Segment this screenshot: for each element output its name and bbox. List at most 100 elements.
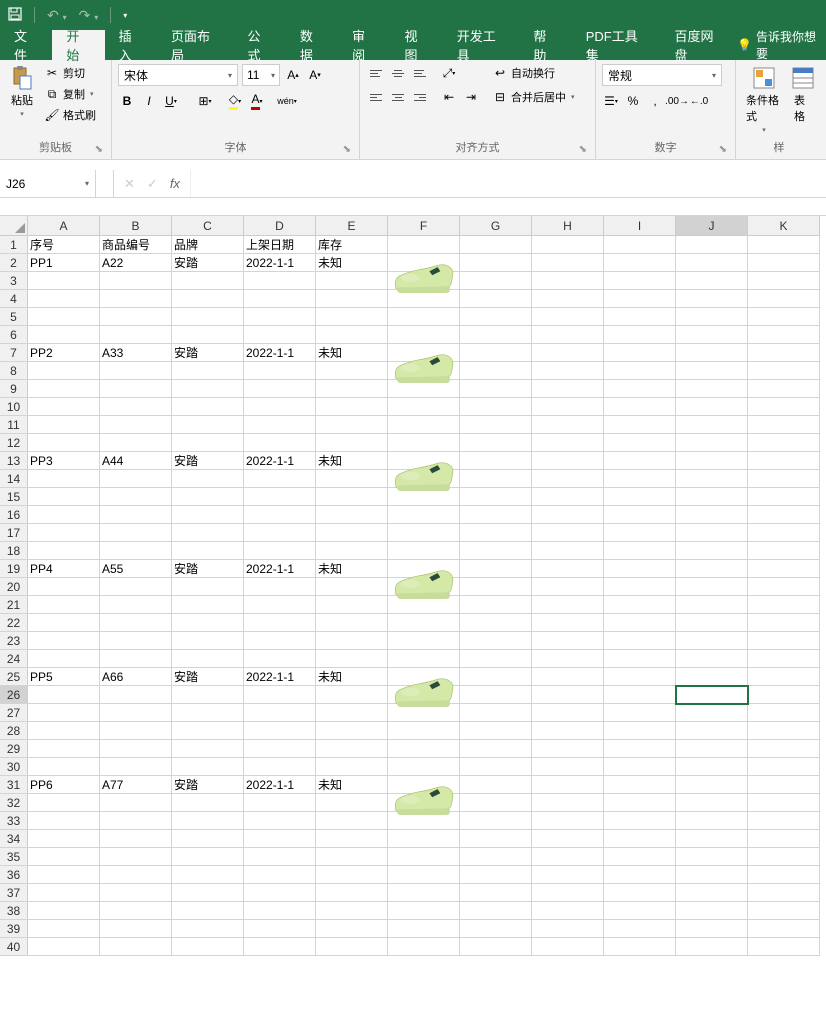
cell-G4[interactable] — [460, 290, 532, 308]
cell-I36[interactable] — [604, 866, 676, 884]
enter-icon[interactable]: ✓ — [147, 176, 158, 192]
cell-G5[interactable] — [460, 308, 532, 326]
cell-B10[interactable] — [100, 398, 172, 416]
cell-H1[interactable] — [532, 236, 604, 254]
cell-C34[interactable] — [172, 830, 244, 848]
cell-E4[interactable] — [316, 290, 388, 308]
cell-E35[interactable] — [316, 848, 388, 866]
cell-J13[interactable] — [676, 452, 748, 470]
wrap-text-button[interactable]: ↩自动换行 — [490, 64, 577, 82]
cell-I30[interactable] — [604, 758, 676, 776]
cell-K19[interactable] — [748, 560, 820, 578]
cell-K3[interactable] — [748, 272, 820, 290]
cell-A33[interactable] — [28, 812, 100, 830]
cell-A35[interactable] — [28, 848, 100, 866]
cell-I31[interactable] — [604, 776, 676, 794]
cell-C30[interactable] — [172, 758, 244, 776]
cell-J19[interactable] — [676, 560, 748, 578]
undo-icon[interactable]: ↶ ▾ — [47, 7, 67, 24]
cell-H25[interactable] — [532, 668, 604, 686]
cell-D7[interactable]: 2022-1-1 — [244, 344, 316, 362]
cell-H29[interactable] — [532, 740, 604, 758]
cut-button[interactable]: ✂剪切 — [42, 64, 98, 82]
row-header-22[interactable]: 22 — [0, 614, 28, 632]
name-box[interactable]: J26▾ — [0, 170, 96, 197]
cell-G15[interactable] — [460, 488, 532, 506]
cell-K9[interactable] — [748, 380, 820, 398]
cell-E6[interactable] — [316, 326, 388, 344]
cell-F13[interactable] — [388, 452, 460, 470]
font-name-select[interactable]: 宋体▾ — [118, 64, 238, 86]
row-header-24[interactable]: 24 — [0, 650, 28, 668]
row-header-12[interactable]: 12 — [0, 434, 28, 452]
cell-G21[interactable] — [460, 596, 532, 614]
cell-D18[interactable] — [244, 542, 316, 560]
cell-B8[interactable] — [100, 362, 172, 380]
cell-I33[interactable] — [604, 812, 676, 830]
cell-B18[interactable] — [100, 542, 172, 560]
cell-D14[interactable] — [244, 470, 316, 488]
cell-F3[interactable] — [388, 272, 460, 290]
cell-H32[interactable] — [532, 794, 604, 812]
cell-K27[interactable] — [748, 704, 820, 722]
cell-C21[interactable] — [172, 596, 244, 614]
cell-E7[interactable]: 未知 — [316, 344, 388, 362]
cell-C27[interactable] — [172, 704, 244, 722]
cell-C13[interactable]: 安踏 — [172, 452, 244, 470]
cell-C26[interactable] — [172, 686, 244, 704]
cell-G32[interactable] — [460, 794, 532, 812]
cell-H34[interactable] — [532, 830, 604, 848]
row-header-7[interactable]: 7 — [0, 344, 28, 362]
bold-button[interactable]: B — [118, 92, 136, 110]
cell-G35[interactable] — [460, 848, 532, 866]
cell-K17[interactable] — [748, 524, 820, 542]
cell-G12[interactable] — [460, 434, 532, 452]
cell-I17[interactable] — [604, 524, 676, 542]
cell-D10[interactable] — [244, 398, 316, 416]
number-format-select[interactable]: 常规▾ — [602, 64, 722, 86]
row-header-37[interactable]: 37 — [0, 884, 28, 902]
row-header-40[interactable]: 40 — [0, 938, 28, 956]
cell-G8[interactable] — [460, 362, 532, 380]
select-all-corner[interactable] — [0, 216, 28, 236]
qat-dropdown[interactable]: ▾ — [123, 11, 127, 20]
cell-E37[interactable] — [316, 884, 388, 902]
comma-button[interactable]: , — [646, 92, 664, 110]
conditional-format-button[interactable]: 条件格式 ▾ — [742, 64, 786, 136]
cell-B23[interactable] — [100, 632, 172, 650]
cell-B29[interactable] — [100, 740, 172, 758]
cell-B15[interactable] — [100, 488, 172, 506]
cell-C39[interactable] — [172, 920, 244, 938]
row-header-16[interactable]: 16 — [0, 506, 28, 524]
cell-H31[interactable] — [532, 776, 604, 794]
cell-B26[interactable] — [100, 686, 172, 704]
cell-D20[interactable] — [244, 578, 316, 596]
row-header-5[interactable]: 5 — [0, 308, 28, 326]
cell-C17[interactable] — [172, 524, 244, 542]
row-header-18[interactable]: 18 — [0, 542, 28, 560]
cell-A8[interactable] — [28, 362, 100, 380]
row-header-31[interactable]: 31 — [0, 776, 28, 794]
cell-J8[interactable] — [676, 362, 748, 380]
cell-I5[interactable] — [604, 308, 676, 326]
cell-B16[interactable] — [100, 506, 172, 524]
cell-D35[interactable] — [244, 848, 316, 866]
cell-K22[interactable] — [748, 614, 820, 632]
cell-F37[interactable] — [388, 884, 460, 902]
col-header-G[interactable]: G — [460, 216, 532, 236]
cell-I26[interactable] — [604, 686, 676, 704]
cell-G9[interactable] — [460, 380, 532, 398]
cell-G24[interactable] — [460, 650, 532, 668]
increase-decimal[interactable]: .00→ — [668, 92, 686, 110]
cell-I9[interactable] — [604, 380, 676, 398]
cell-A17[interactable] — [28, 524, 100, 542]
increase-font-button[interactable]: A▴ — [284, 66, 302, 84]
cell-D8[interactable] — [244, 362, 316, 380]
cell-E17[interactable] — [316, 524, 388, 542]
cell-F20[interactable] — [388, 578, 460, 596]
cell-A5[interactable] — [28, 308, 100, 326]
tab-pdf[interactable]: PDF工具集 — [572, 30, 661, 60]
cell-D29[interactable] — [244, 740, 316, 758]
align-middle[interactable] — [388, 64, 408, 82]
cell-J20[interactable] — [676, 578, 748, 596]
